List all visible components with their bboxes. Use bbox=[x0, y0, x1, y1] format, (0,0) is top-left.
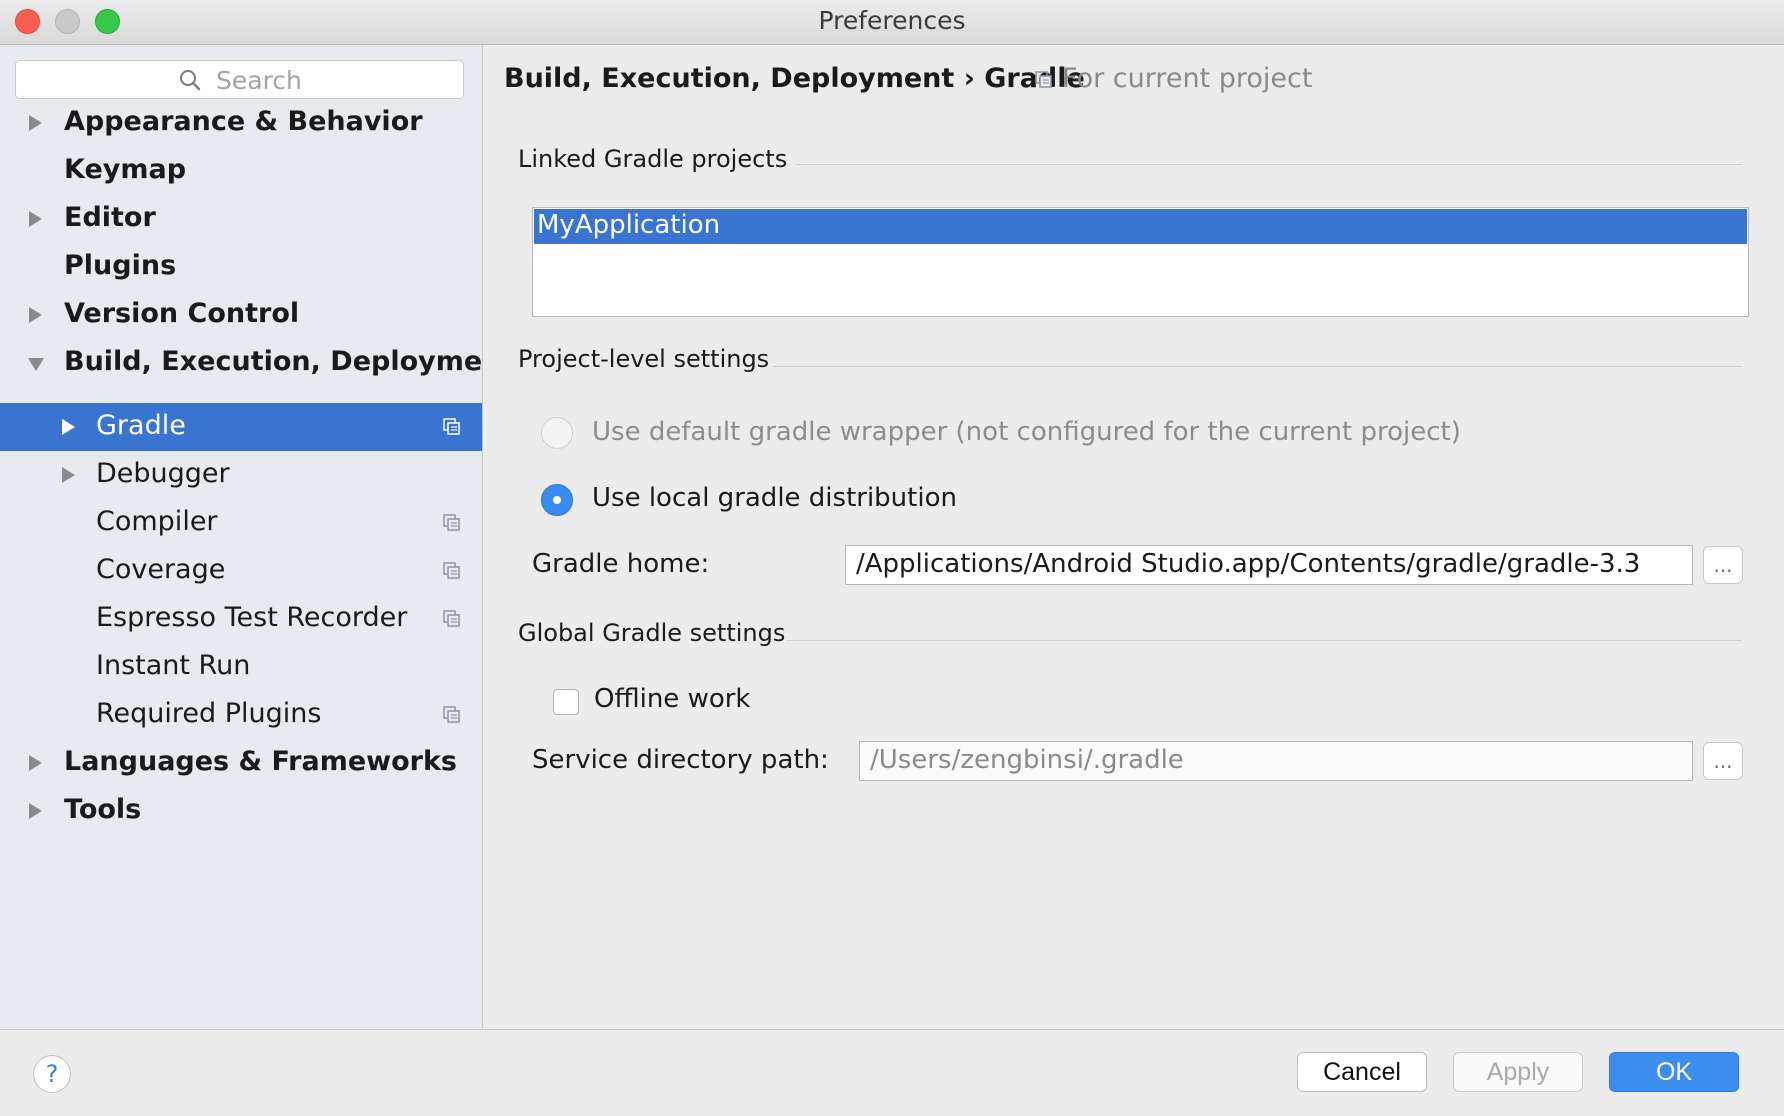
section-divider bbox=[787, 640, 1742, 641]
expand-arrow-icon[interactable] bbox=[29, 803, 42, 819]
search-icon bbox=[180, 70, 201, 91]
sidebar-item-coverage[interactable]: Coverage bbox=[0, 547, 482, 595]
settings-panel: Build, Execution, Deployment › Gradle Fo… bbox=[483, 45, 1784, 1028]
sidebar-item-label: Debugger bbox=[96, 458, 230, 489]
local-distribution-label: Use local gradle distribution bbox=[592, 483, 957, 513]
project-scope-icon bbox=[443, 514, 460, 531]
list-item-label: MyApplication bbox=[537, 210, 721, 240]
sidebar-item-build-execution-deployment[interactable]: Build, Execution, Deployment bbox=[0, 339, 514, 387]
sidebar-item-label: Build, Execution, Deployment bbox=[64, 346, 515, 377]
sidebar: Search Appearance & Behavior Keymap Edit… bbox=[0, 45, 514, 1028]
project-scope-icon bbox=[443, 610, 460, 627]
gradle-home-label: Gradle home: bbox=[532, 549, 710, 579]
service-dir-field[interactable]: /Users/zengbinsi/.gradle bbox=[859, 741, 1693, 781]
sidebar-item-label: Gradle bbox=[96, 410, 186, 441]
sidebar-item-plugins[interactable]: Plugins bbox=[0, 243, 482, 291]
sidebar-item-instant-run[interactable]: Instant Run bbox=[0, 643, 482, 691]
offline-work-checkbox[interactable] bbox=[553, 689, 579, 715]
section-divider bbox=[773, 366, 1742, 367]
expand-arrow-icon[interactable] bbox=[62, 467, 75, 483]
sidebar-item-label: Languages & Frameworks bbox=[64, 746, 458, 777]
sidebar-item-espresso-test-recorder[interactable]: Espresso Test Recorder bbox=[0, 595, 482, 643]
sidebar-item-gradle[interactable]: Gradle bbox=[0, 403, 482, 451]
expand-arrow-icon[interactable] bbox=[29, 755, 42, 771]
default-wrapper-radio[interactable] bbox=[541, 417, 573, 449]
sidebar-item-label: Version Control bbox=[64, 298, 300, 329]
sidebar-item-label: Espresso Test Recorder bbox=[96, 602, 408, 633]
sidebar-item-label: Compiler bbox=[96, 506, 218, 537]
search-placeholder: Search bbox=[216, 66, 302, 95]
help-button[interactable]: ? bbox=[33, 1055, 71, 1093]
apply-button[interactable]: Apply bbox=[1453, 1052, 1583, 1092]
sidebar-item-editor[interactable]: Editor bbox=[0, 195, 482, 243]
sidebar-item-label: Tools bbox=[64, 794, 142, 825]
window-title: Preferences bbox=[818, 6, 966, 35]
linked-projects-list[interactable]: MyApplication bbox=[532, 207, 1749, 317]
sidebar-item-label: Coverage bbox=[96, 554, 226, 585]
scope-label: For current project bbox=[1062, 63, 1313, 94]
project-scope-icon bbox=[443, 562, 460, 579]
expand-arrow-icon[interactable] bbox=[62, 419, 75, 435]
default-wrapper-label: Use default gradle wrapper (not configur… bbox=[592, 417, 1461, 447]
sidebar-item-debugger[interactable]: Debugger bbox=[0, 451, 482, 499]
cancel-button[interactable]: Cancel bbox=[1297, 1052, 1427, 1092]
dialog-footer: ? Cancel Apply OK bbox=[0, 1029, 1784, 1116]
local-distribution-radio[interactable] bbox=[541, 484, 573, 516]
preferences-window: Preferences Search Appearance & Behavior… bbox=[0, 0, 1784, 1116]
list-item[interactable]: MyApplication bbox=[534, 209, 1747, 244]
ok-button[interactable]: OK bbox=[1609, 1052, 1739, 1092]
service-dir-browse-button[interactable]: ... bbox=[1703, 742, 1743, 780]
sidebar-item-required-plugins[interactable]: Required Plugins bbox=[0, 691, 482, 739]
sidebar-item-appearance-behavior[interactable]: Appearance & Behavior bbox=[0, 99, 482, 147]
sidebar-item-compiler[interactable]: Compiler bbox=[0, 499, 482, 547]
sidebar-item-version-control[interactable]: Version Control bbox=[0, 291, 482, 339]
global-settings-title: Global Gradle settings bbox=[518, 619, 786, 647]
sidebar-item-languages-frameworks[interactable]: Languages & Frameworks bbox=[0, 739, 482, 787]
offline-work-label: Offline work bbox=[594, 684, 751, 714]
sidebar-item-label: Plugins bbox=[64, 250, 177, 281]
expand-arrow-icon[interactable] bbox=[29, 115, 42, 131]
project-scope-icon bbox=[1035, 71, 1052, 88]
linked-projects-title: Linked Gradle projects bbox=[518, 145, 788, 173]
sidebar-item-label: Required Plugins bbox=[96, 698, 322, 729]
sidebar-item-label: Keymap bbox=[64, 154, 187, 185]
gradle-home-browse-button[interactable]: ... bbox=[1703, 546, 1743, 584]
expand-arrow-icon[interactable] bbox=[29, 307, 42, 323]
sidebar-item-keymap[interactable]: Keymap bbox=[0, 147, 482, 195]
collapse-arrow-icon[interactable] bbox=[28, 358, 44, 371]
project-settings-title: Project-level settings bbox=[518, 345, 770, 373]
gradle-home-field[interactable]: /Applications/Android Studio.app/Content… bbox=[845, 545, 1693, 585]
project-scope-icon bbox=[443, 706, 460, 723]
sidebar-item-label: Appearance & Behavior bbox=[64, 106, 423, 137]
section-divider bbox=[796, 164, 1742, 165]
expand-arrow-icon[interactable] bbox=[29, 211, 42, 227]
sidebar-item-label: Editor bbox=[64, 202, 156, 233]
service-dir-label: Service directory path: bbox=[532, 745, 829, 775]
search-input[interactable]: Search bbox=[15, 60, 464, 99]
project-scope-icon bbox=[443, 418, 460, 435]
title-bar: Preferences bbox=[0, 0, 1784, 45]
sidebar-item-label: Instant Run bbox=[96, 650, 251, 681]
breadcrumb: Build, Execution, Deployment › Gradle bbox=[504, 63, 1085, 94]
sidebar-item-tools[interactable]: Tools bbox=[0, 787, 482, 835]
